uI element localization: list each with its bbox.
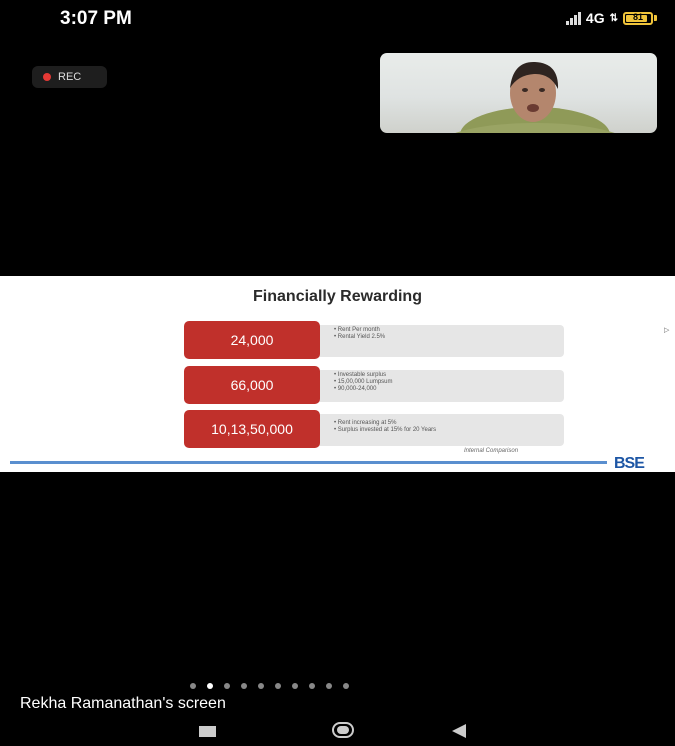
slide-row-total: 10,13,50,000 Rent increasing at 5% Surpl…	[184, 410, 564, 448]
navigation-bar	[0, 718, 675, 746]
page-dot[interactable]	[292, 683, 298, 689]
pointer-cursor-icon: ▷	[664, 327, 670, 334]
recording-badge: REC	[32, 66, 107, 88]
page-dot[interactable]	[343, 683, 349, 689]
bse-logo: BSE	[614, 455, 645, 472]
page-dot[interactable]	[241, 683, 247, 689]
page-dot[interactable]	[224, 683, 230, 689]
slide-row-surplus: 66,000 Investable surplus 15,00,000 Lump…	[184, 366, 564, 404]
page-dot[interactable]	[190, 683, 196, 689]
bullet: Investable surplus	[334, 372, 392, 379]
slide-row-rent: 24,000 Rent Per month Rental Yield 2.5%	[184, 321, 564, 359]
bullet: 90,000-24,000	[334, 386, 392, 393]
back-button-icon[interactable]	[452, 724, 466, 738]
row-bullets: Rent increasing at 5% Surplus invested a…	[334, 420, 436, 434]
page-indicator	[190, 683, 349, 689]
bullet: Rent increasing at 5%	[334, 420, 436, 427]
slide-title: Financially Rewarding	[253, 288, 422, 305]
row-bullets: Rent Per month Rental Yield 2.5%	[334, 327, 385, 341]
status-time: 3:07 PM	[60, 8, 132, 29]
slide-divider-bar	[10, 461, 607, 464]
participant-image	[455, 61, 615, 133]
record-dot-icon	[43, 73, 51, 81]
page-dot[interactable]	[309, 683, 315, 689]
page-dot[interactable]	[258, 683, 264, 689]
network-type: 4G	[585, 10, 605, 26]
screen-share-label: Rekha Ramanathan's screen	[20, 695, 226, 712]
page-dot[interactable]	[275, 683, 281, 689]
row-value: 66,000	[184, 366, 320, 404]
shared-slide: Financially Rewarding 24,000 Rent Per mo…	[0, 276, 675, 472]
battery-icon: 81	[623, 11, 657, 25]
page-dot[interactable]	[207, 683, 213, 689]
participant-video[interactable]	[380, 53, 657, 133]
battery-level: 81	[632, 11, 643, 22]
row-value: 10,13,50,000	[184, 410, 320, 448]
bullet: Rent Per month	[334, 327, 385, 334]
status-icons: 4G ⇅ 81	[565, 10, 657, 26]
data-arrows-icon: ⇅	[609, 12, 618, 24]
slide-footnote: Internal Comparison	[464, 448, 519, 454]
recents-button-icon[interactable]	[199, 726, 216, 737]
row-bullets: Investable surplus 15,00,000 Lumpsum 90,…	[334, 372, 393, 393]
recording-label: REC	[58, 71, 82, 83]
home-button-icon[interactable]	[332, 722, 354, 738]
row-value: 24,000	[184, 321, 320, 359]
bullet: Surplus invested at 15% for 20 Years	[334, 427, 436, 434]
bullet: 15,00,000 Lumpsum	[334, 379, 393, 386]
page-dot[interactable]	[326, 683, 332, 689]
bullet: Rental Yield 2.5%	[334, 334, 385, 341]
status-bar: 3:07 PM 4G ⇅ 81	[0, 0, 675, 38]
signal-icon	[565, 11, 581, 25]
